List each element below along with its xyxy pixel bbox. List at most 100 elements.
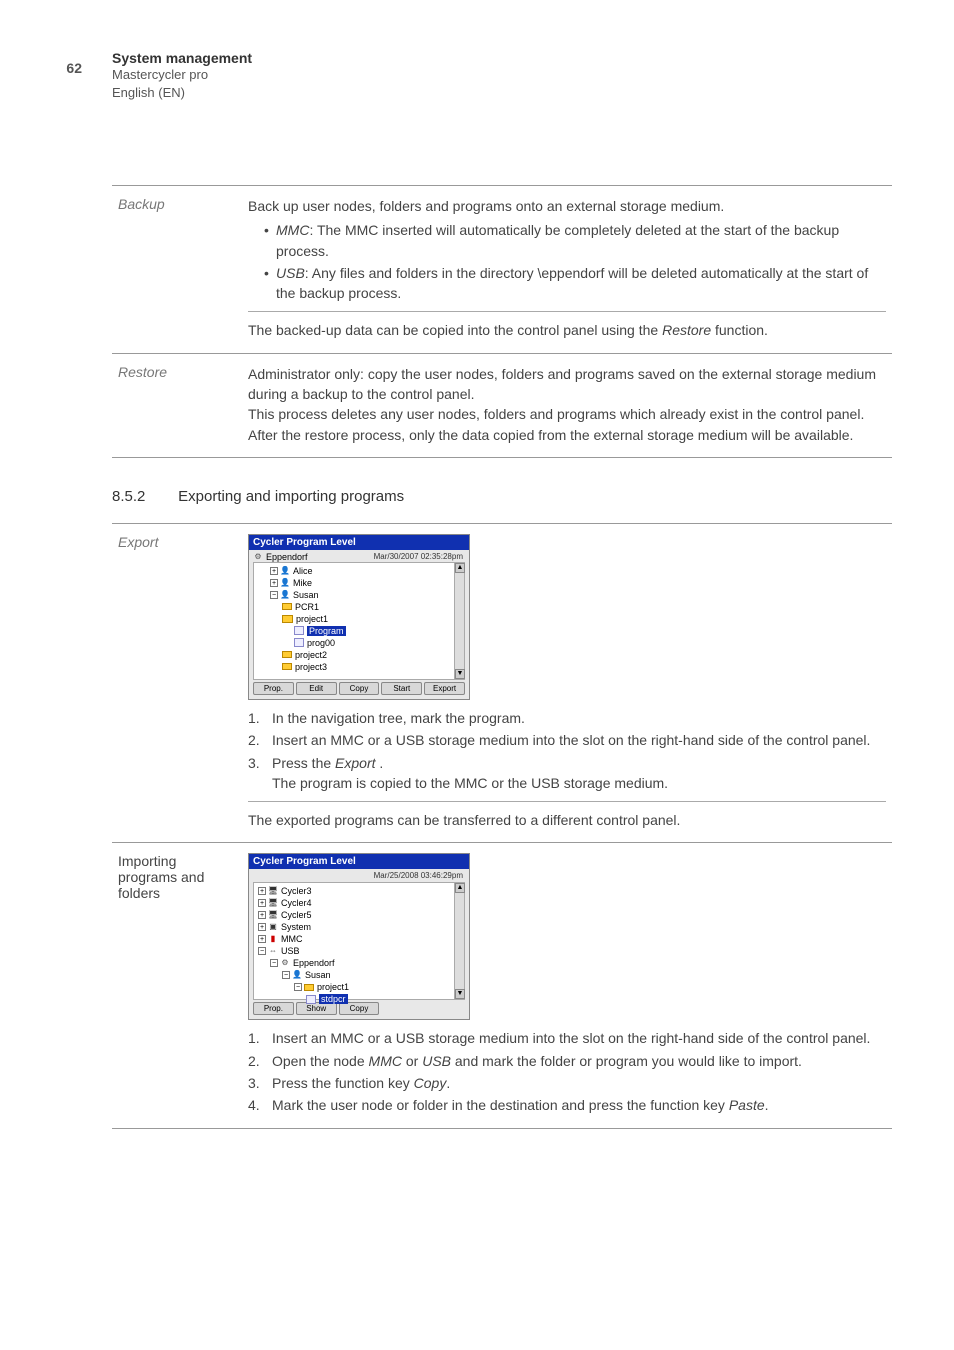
import-steps: 1.Insert an MMC or a USB storage medium …: [248, 1028, 886, 1115]
expand-icon[interactable]: +: [258, 887, 266, 895]
root-node: Eppendorf: [266, 552, 308, 562]
screenshot-titlebar: Cycler Program Level: [249, 854, 469, 869]
tree-node-user[interactable]: +👤Alice: [258, 565, 460, 577]
tree-node-system[interactable]: +▣System: [258, 921, 460, 933]
step-em: Paste: [729, 1097, 765, 1113]
tree-node-program-selected[interactable]: stdpcr: [258, 993, 460, 1005]
node-label: MMC: [281, 934, 303, 944]
tree-node-folder[interactable]: project2: [258, 649, 460, 661]
list-item: MMC: The MMC inserted will automatically…: [264, 220, 886, 261]
folder-icon: [282, 651, 292, 658]
expand-icon[interactable]: −: [270, 591, 278, 599]
tree-node-user[interactable]: +👤Mike: [258, 577, 460, 589]
expand-icon[interactable]: +: [258, 911, 266, 919]
row-body: Cycler Program Level Mar/25/2008 03:46:2…: [242, 843, 892, 1128]
folder-icon: [304, 984, 314, 991]
step-pre: Press the function key: [272, 1075, 414, 1091]
scrollbar[interactable]: ▲ ▼: [454, 563, 464, 679]
screenshot-header-row: ⚙ Eppendorf Mar/30/2007 02:35:28pm: [249, 550, 469, 562]
tree-node-folder[interactable]: PCR1: [258, 601, 460, 613]
step-mid: or: [402, 1053, 422, 1069]
section-title: Exporting and importing programs: [178, 488, 404, 505]
tree-node-device[interactable]: +🖥Cycler4: [258, 897, 460, 909]
row-label: Importing programs and folders: [112, 843, 242, 1128]
backup-restore-table: Backup Back up user nodes, folders and p…: [112, 185, 892, 458]
tree-node-device[interactable]: +🖥Cycler3: [258, 885, 460, 897]
eppendorf-icon: ⚙: [253, 552, 263, 562]
export-button[interactable]: Export: [424, 682, 465, 695]
tree-node-user[interactable]: −👤Susan: [258, 589, 460, 601]
scroll-up-icon[interactable]: ▲: [455, 563, 465, 573]
tree-node-folder[interactable]: project1: [258, 613, 460, 625]
tree-node-root[interactable]: −⚙Eppendorf: [258, 957, 460, 969]
list-item: 2.Open the node MMC or USB and mark the …: [248, 1051, 886, 1071]
step-text: Insert an MMC or a USB storage medium in…: [272, 1030, 870, 1046]
scroll-up-icon[interactable]: ▲: [455, 883, 465, 893]
expand-icon[interactable]: +: [258, 935, 266, 943]
list-item: 4.Mark the user node or folder in the de…: [248, 1095, 886, 1115]
user-icon: 👤: [280, 578, 290, 588]
folder-icon: [282, 603, 292, 610]
header-subtitle-1: Mastercycler pro: [112, 66, 252, 84]
user-icon: 👤: [280, 566, 290, 576]
expand-icon[interactable]: +: [270, 579, 278, 587]
expand-icon[interactable]: −: [294, 983, 302, 991]
expand-icon[interactable]: −: [282, 971, 290, 979]
expand-icon[interactable]: +: [258, 899, 266, 907]
eppendorf-icon: ⚙: [280, 958, 290, 968]
prop-button[interactable]: Prop.: [253, 682, 294, 695]
node-label: Cycler4: [281, 898, 312, 908]
table-row: Importing programs and folders Cycler Pr…: [112, 843, 892, 1128]
expand-icon[interactable]: −: [270, 959, 278, 967]
folder-icon: [282, 663, 292, 670]
tree-node-folder[interactable]: −project1: [258, 981, 460, 993]
tree-node-program-selected[interactable]: Program: [258, 625, 460, 637]
start-button[interactable]: Start: [381, 682, 422, 695]
tree-node-folder[interactable]: project3: [258, 661, 460, 673]
header-title: System management: [112, 50, 252, 66]
list-item: 3.Press the Export . The program is copi…: [248, 753, 886, 794]
tree-node-usb[interactable]: −⇔USB: [258, 945, 460, 957]
row-body: Back up user nodes, folders and programs…: [242, 186, 892, 354]
step-number: 3.: [248, 1073, 260, 1093]
step-number: 3.: [248, 753, 260, 773]
list-item: 1.In the navigation tree, mark the progr…: [248, 708, 886, 728]
copy-button[interactable]: Copy: [339, 682, 380, 695]
usb-icon: ⇔: [268, 946, 278, 956]
tree-node-user[interactable]: −👤Susan: [258, 969, 460, 981]
row-body: Cycler Program Level ⚙ Eppendorf Mar/30/…: [242, 523, 892, 842]
footer-post: function.: [711, 322, 768, 338]
step-text: In the navigation tree, mark the program…: [272, 710, 525, 726]
node-label: project3: [295, 662, 327, 672]
row-label: Backup: [112, 186, 242, 354]
expand-icon[interactable]: −: [258, 947, 266, 955]
node-label: project2: [295, 650, 327, 660]
step-post: .: [376, 755, 384, 771]
device-icon: 🖥: [268, 910, 278, 920]
timestamp: Mar/25/2008 03:46:29pm: [374, 871, 465, 880]
edit-button[interactable]: Edit: [296, 682, 337, 695]
scroll-down-icon[interactable]: ▼: [455, 989, 465, 999]
navigation-tree[interactable]: +🖥Cycler3 +🖥Cycler4 +🖥Cycler5 +▣System +…: [253, 882, 465, 1000]
node-label: USB: [281, 946, 300, 956]
table-row: Restore Administrator only: copy the use…: [112, 353, 892, 457]
bullet-text: : The MMC inserted will automatically be…: [276, 222, 839, 258]
program-icon: [294, 638, 304, 647]
expand-icon[interactable]: +: [270, 567, 278, 575]
section-heading: 8.5.2 Exporting and importing programs: [112, 488, 892, 505]
list-item: 3.Press the function key Copy.: [248, 1073, 886, 1093]
step-number: 2.: [248, 730, 260, 750]
scroll-down-icon[interactable]: ▼: [455, 669, 465, 679]
scrollbar[interactable]: ▲ ▼: [454, 883, 464, 999]
row-label: Restore: [112, 353, 242, 457]
node-label: System: [281, 922, 311, 932]
tree-node-program[interactable]: prog00: [258, 637, 460, 649]
tree-node-device[interactable]: +🖥Cycler5: [258, 909, 460, 921]
tree-node-mmc[interactable]: +▮MMC: [258, 933, 460, 945]
node-label: project1: [296, 614, 328, 624]
screenshot-titlebar: Cycler Program Level: [249, 535, 469, 550]
user-icon: 👤: [280, 590, 290, 600]
navigation-tree[interactable]: +👤Alice +👤Mike −👤Susan PCR1 project1 Pro…: [253, 562, 465, 680]
expand-icon[interactable]: +: [258, 923, 266, 931]
bullet-list: MMC: The MMC inserted will automatically…: [248, 220, 886, 303]
